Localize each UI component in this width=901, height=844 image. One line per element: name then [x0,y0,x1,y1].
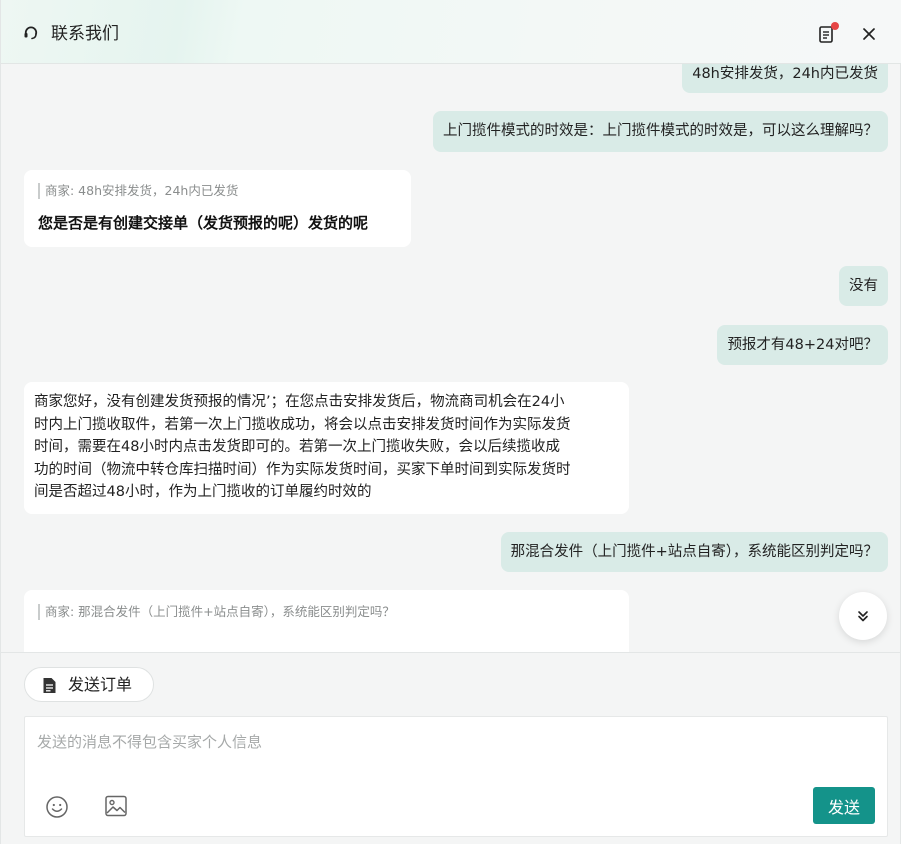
message-line: 商家您好，没有创建发货预报的情况’；在您点击安排发货后，物流商司机会在24小 [34,394,565,410]
message-list[interactable]: 48h安排发货，24h内已发货 上门揽件模式的时效是：上门揽件模式的时效是，可以… [1,64,901,652]
message-line: 时间，需要在48小时内点击发货即可的。若第一次上门揽收失败，会以后续揽收成 [34,439,560,455]
page-title: 联系我们 [51,24,119,44]
message-text: 那混合发件（上门揽件+站点自寄），系统能区别判定吗？ [510,544,878,560]
message-line: 功的时间（物流中转仓库扫描时间）作为实际发货时间，买家下单时间到实际发货时 [34,461,571,478]
message-text: 48h安排发货，24h内已发货 [692,66,878,82]
message-bubble-outgoing: 预报才有48+24对吧？ [717,325,888,365]
message-bubble-incoming: 商家: 48h安排发货，24h内已发货 您是否是有创建交接单（发货预报的呢）发货… [24,170,411,247]
send-order-label: 发送订单 [68,675,133,694]
close-icon[interactable] [859,24,879,44]
divider [1,652,901,653]
message-input[interactable] [37,731,797,791]
message-line: 时内上门揽收取件，若第一次上门揽收成功，将会以点击安排发货时间作为实际发货 [34,416,571,433]
message-bubble-incoming: 商家您好，没有创建发货预报的情况’；在您点击安排发货后，物流商司机会在24小 时… [24,382,629,514]
chat-window: 联系我们 48h安排发货，24h内已发货 上门揽件模式的时效是：上门揽件模式的时… [0,0,901,844]
notes-button[interactable] [816,22,839,46]
document-icon [43,678,56,693]
message-composer: 发送 [24,716,888,837]
message-bubble-incoming: 商家: 那混合发件（上门揽件+站点自寄），系统能区别判定吗？ [24,590,629,652]
emoji-icon[interactable] [45,795,69,819]
message-text: 没有 [849,278,878,294]
scroll-to-bottom-button[interactable] [839,592,887,640]
message-bubble-outgoing: 48h安排发货，24h内已发货 [682,64,888,93]
message-text: 预报才有48+24对吧？ [727,337,878,353]
notification-dot [831,22,839,30]
double-chevron-down-icon [858,611,868,622]
quoted-message: 商家: 48h安排发货，24h内已发货 [38,183,396,199]
chat-header: 联系我们 [1,0,901,64]
headset-icon [24,26,38,40]
send-button[interactable]: 发送 [813,787,875,824]
message-bubble-outgoing: 没有 [839,266,888,306]
message-text: 上门揽件模式的时效是：上门揽件模式的时效是，可以这么理解吗？ [443,123,878,139]
send-order-button[interactable]: 发送订单 [24,667,154,702]
message-line: 间是否超过48小时，作为上门揽收的订单履约时效的 [34,484,372,500]
image-icon[interactable] [104,794,128,818]
quoted-message: 商家: 那混合发件（上门揽件+站点自寄），系统能区别判定吗？ [38,604,614,620]
message-text: 您是否是有创建交接单（发货预报的呢）发货的呢 [38,214,369,232]
message-bubble-outgoing: 上门揽件模式的时效是：上门揽件模式的时效是，可以这么理解吗？ [433,111,888,152]
message-bubble-outgoing: 那混合发件（上门揽件+站点自寄），系统能区别判定吗？ [500,532,888,572]
message-text: 商家您好，没有创建发货预报的情况’；在您点击安排发货后，物流商司机会在24小 时… [24,382,629,513]
